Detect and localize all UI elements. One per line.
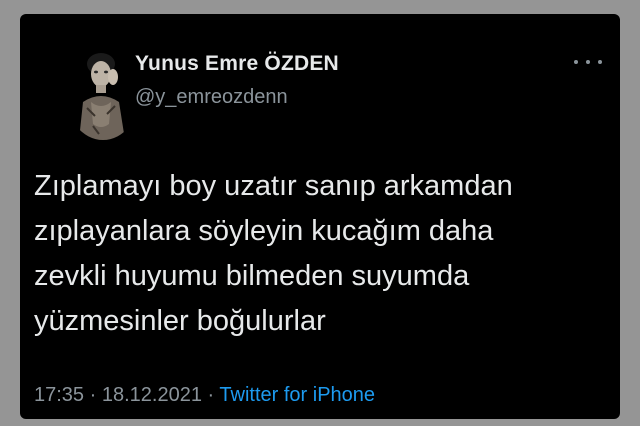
tweet-card: Yunus Emre ÖZDEN @y_emreozdenn Zıplamayı… bbox=[20, 14, 620, 419]
screenshot-frame: Yunus Emre ÖZDEN @y_emreozdenn Zıplamayı… bbox=[0, 0, 640, 426]
more-horizontal-icon bbox=[574, 60, 578, 64]
meta-separator: · bbox=[207, 384, 215, 406]
tweet-source-link[interactable]: Twitter for iPhone bbox=[219, 384, 375, 406]
tweet-text-line: zıplayanlara söyleyin kucağım daha bbox=[34, 215, 494, 247]
more-options-button[interactable] bbox=[574, 52, 602, 72]
tweet-meta: 17:35 · 18.12.2021 · Twitter for iPhone bbox=[34, 384, 375, 407]
avatar-photo bbox=[65, 44, 141, 140]
tweet-text-line: zevkli huyumu bilmeden suyumda bbox=[34, 260, 470, 292]
more-horizontal-icon bbox=[586, 60, 590, 64]
meta-separator: · bbox=[89, 384, 97, 406]
author-handle[interactable]: @y_emreozdenn bbox=[135, 86, 288, 109]
tweet-date[interactable]: 18.12.2021 bbox=[102, 384, 202, 406]
more-horizontal-icon bbox=[598, 60, 602, 64]
author-name[interactable]: Yunus Emre ÖZDEN bbox=[135, 52, 339, 76]
tweet-text-line: Zıplamayı boy uzatır sanıp arkamdan bbox=[34, 170, 513, 202]
tweet-text-line: yüzmesinler boğulurlar bbox=[34, 305, 326, 337]
tweet-text: Zıplamayı boy uzatır sanıp arkamdan zıpl… bbox=[34, 164, 609, 344]
avatar[interactable] bbox=[65, 44, 141, 140]
tweet-time[interactable]: 17:35 bbox=[34, 384, 84, 406]
